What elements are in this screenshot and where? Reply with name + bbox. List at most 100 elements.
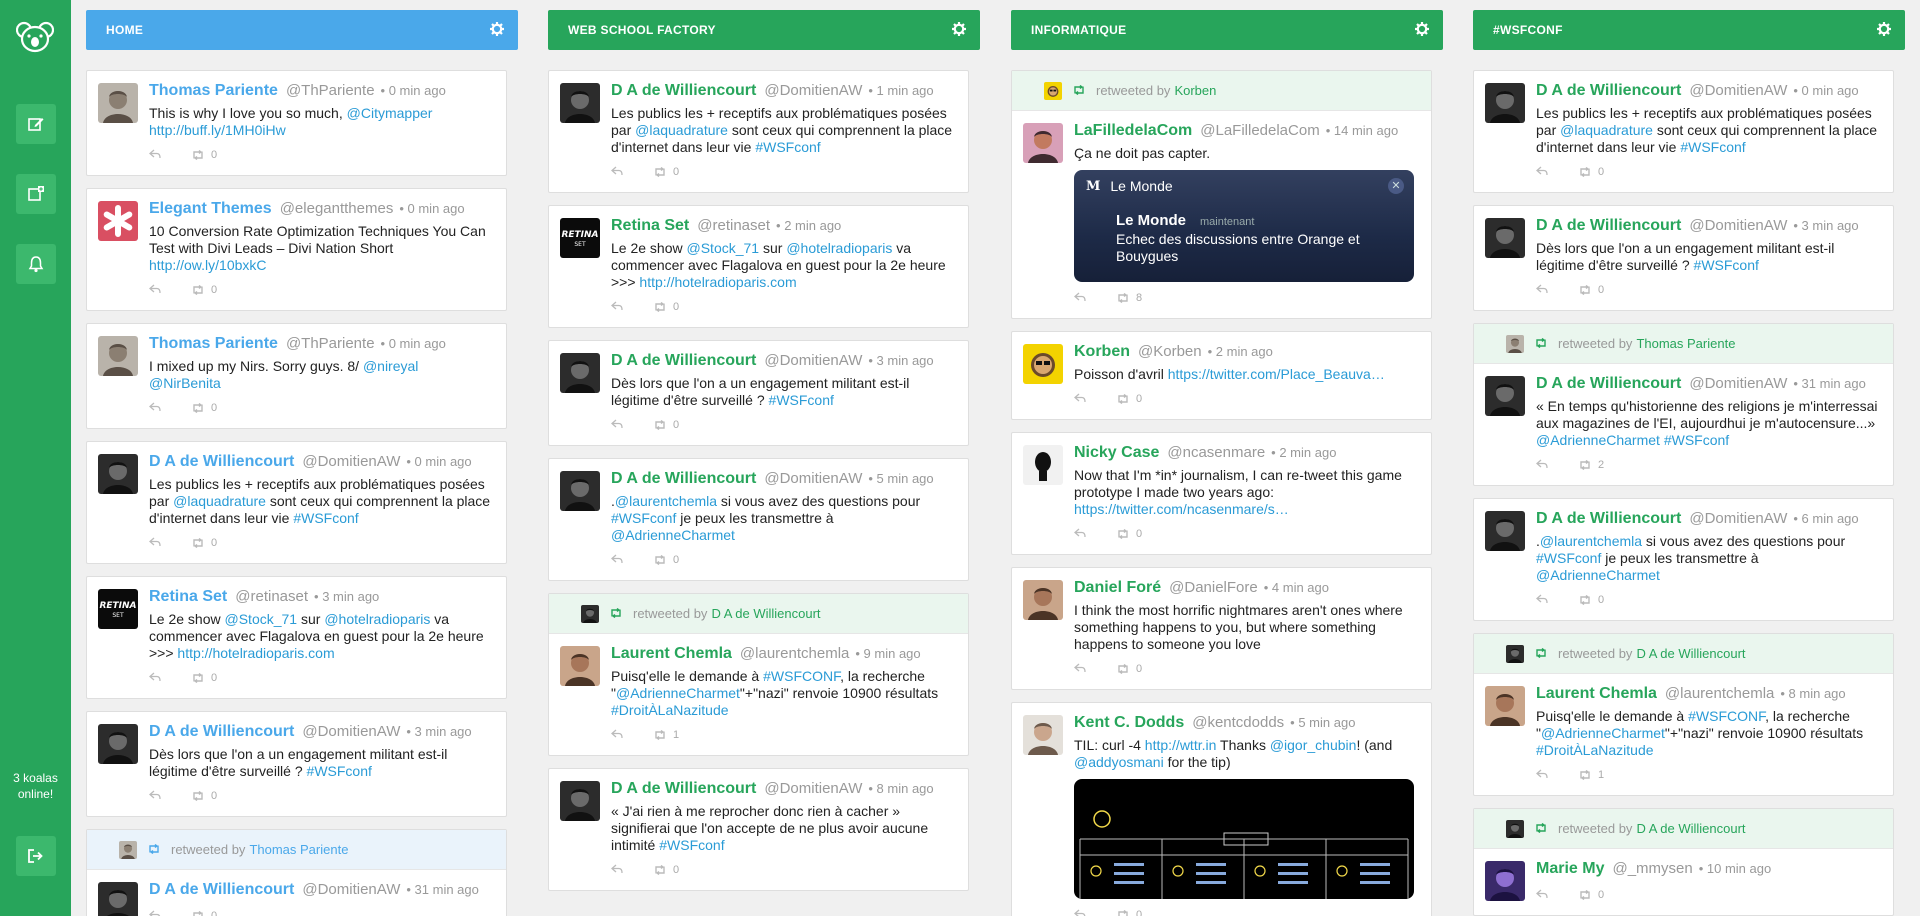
retweet-button[interactable]: 0 [191, 149, 217, 161]
tweet-link[interactable]: @AdrienneCharmet [1536, 567, 1660, 583]
tweet-link[interactable]: @laquadrature [635, 122, 728, 138]
avatar[interactable] [1023, 344, 1063, 384]
author-handle[interactable]: @DomitienAW [1689, 375, 1787, 392]
logout-button[interactable] [16, 836, 56, 876]
author-handle[interactable]: @DanielFore [1169, 579, 1258, 596]
retweet-button[interactable]: 8 [1116, 292, 1142, 304]
author-name[interactable]: D A de Williencourt [611, 82, 756, 99]
reply-button[interactable] [1536, 594, 1548, 607]
author-name[interactable]: D A de Williencourt [149, 881, 294, 898]
tweet-link[interactable]: #DroitÀLaNazitude [1536, 742, 1654, 758]
avatar[interactable] [1485, 376, 1525, 416]
tweet-link[interactable]: #WSFconf [755, 139, 820, 155]
tweet-card[interactable]: retweeted by Korben LaFilledelaCom @LaFille… [1011, 70, 1432, 319]
retweeter-name[interactable]: D A de Williencourt [1636, 646, 1745, 661]
tweet-link[interactable]: #WSFconf [659, 837, 724, 853]
tweet-link[interactable]: @Stock_71 [687, 240, 760, 256]
tweet-link[interactable]: @Stock_71 [225, 611, 298, 627]
retweet-button[interactable]: 0 [1116, 528, 1142, 540]
author-handle[interactable]: @DomitienAW [302, 881, 400, 898]
tweet-link[interactable]: https://twitter.com/ncasenmare/s… [1074, 501, 1289, 517]
avatar[interactable] [98, 201, 138, 241]
retweeter-avatar[interactable] [1044, 81, 1062, 100]
tweet-link[interactable]: #DroitÀLaNazitude [611, 702, 729, 718]
author-handle[interactable]: @LaFilledelaCom [1200, 122, 1319, 139]
tweet-link[interactable]: #WSFCONF [1688, 708, 1765, 724]
tweet-link[interactable]: @NirBenita [149, 375, 221, 391]
tweet-card[interactable]: D A de Williencourt @DomitienAW • 0 min ag… [1473, 70, 1894, 193]
author-handle[interactable]: @DomitienAW [1689, 82, 1787, 99]
retweet-button[interactable]: 0 [653, 419, 679, 431]
tweet-link[interactable]: #WSFconf [769, 392, 834, 408]
avatar[interactable] [560, 646, 600, 686]
reply-button[interactable] [1074, 393, 1086, 406]
reply-button[interactable] [611, 729, 623, 742]
reply-button[interactable] [1536, 166, 1548, 179]
retweet-button[interactable]: 0 [1578, 889, 1604, 901]
author-handle[interactable]: @ThPariente [286, 82, 375, 99]
author-handle[interactable]: @DomitienAW [302, 723, 400, 740]
reply-button[interactable] [149, 790, 161, 803]
reply-button[interactable] [149, 672, 161, 685]
tweet-link[interactable]: @AdrienneCharmet [1541, 725, 1665, 741]
retweet-button[interactable]: 0 [1116, 909, 1142, 916]
tweet-card[interactable]: Elegant Themes @elegantthemes • 0 min ago 1… [86, 188, 507, 311]
tweet-link[interactable]: #WSFconf [1664, 432, 1729, 448]
retweeter-name[interactable]: Thomas Pariente [1636, 336, 1735, 351]
tweet-link[interactable]: @addyosmani [1074, 754, 1164, 770]
author-name[interactable]: Laurent Chemla [611, 645, 732, 662]
tweet-card[interactable]: Nicky Case @ncasenmare • 2 min ago Now that… [1011, 432, 1432, 555]
author-name[interactable]: D A de Williencourt [1536, 375, 1681, 392]
retweeter-avatar[interactable] [1506, 819, 1524, 838]
tweet-link[interactable]: http://ow.ly/10bxkC [149, 257, 267, 273]
retweeter-avatar[interactable] [581, 604, 599, 623]
avatar[interactable] [1023, 715, 1063, 755]
author-handle[interactable]: @DomitienAW [764, 470, 862, 487]
tweet-link[interactable]: @laurentchemla [615, 493, 717, 509]
tweet-card[interactable]: D A de Williencourt @DomitienAW • 6 min ag… [1473, 498, 1894, 621]
tweet-link[interactable]: http://hotelradioparis.com [177, 645, 334, 661]
tweet-card[interactable]: D A de Williencourt @DomitienAW • 3 min ag… [1473, 205, 1894, 311]
author-name[interactable]: D A de Williencourt [611, 780, 756, 797]
author-name[interactable]: Elegant Themes [149, 200, 272, 217]
author-name[interactable]: Thomas Pariente [149, 335, 278, 352]
tweet-link[interactable]: #WSFconf [1694, 257, 1759, 273]
avatar[interactable] [1023, 123, 1063, 163]
notifications-button[interactable] [16, 244, 56, 284]
avatar[interactable] [1023, 580, 1063, 620]
koala-logo-icon[interactable] [15, 20, 55, 56]
avatar[interactable] [1485, 511, 1525, 551]
reply-button[interactable] [611, 419, 623, 432]
reply-button[interactable] [1536, 889, 1548, 902]
author-handle[interactable]: @laurentchemla [1665, 685, 1774, 702]
author-name[interactable]: D A de Williencourt [149, 723, 294, 740]
reply-button[interactable] [149, 537, 161, 550]
reply-button[interactable] [611, 864, 623, 877]
retweet-button[interactable]: 2 [1578, 459, 1604, 471]
tweet-link[interactable]: @AdrienneCharmet [611, 527, 735, 543]
tweet-link[interactable]: #WSFconf [307, 763, 372, 779]
tweet-link[interactable]: https://twitter.com/Place_Beauva… [1168, 366, 1385, 382]
reply-button[interactable] [149, 910, 161, 916]
avatar[interactable] [98, 83, 138, 123]
column-settings-button[interactable] [952, 22, 966, 39]
tweet-link[interactable]: #WSFCONF [763, 668, 840, 684]
author-handle[interactable]: @ThPariente [286, 335, 375, 352]
author-handle[interactable]: @DomitienAW [302, 453, 400, 470]
retweet-button[interactable]: 0 [1578, 284, 1604, 296]
tweet-card[interactable]: retweeted by D A de Williencourt Laurent C… [1473, 633, 1894, 796]
author-name[interactable]: D A de Williencourt [611, 470, 756, 487]
reply-button[interactable] [611, 554, 623, 567]
tweet-card[interactable]: RETINA SET Retina Set @retinaset • 3 min ago… [86, 576, 507, 699]
reply-button[interactable] [1074, 292, 1086, 305]
author-handle[interactable]: @DomitienAW [764, 780, 862, 797]
retweet-button[interactable]: 0 [1116, 393, 1142, 405]
avatar[interactable] [1485, 218, 1525, 258]
author-handle[interactable]: @kentcdodds [1192, 714, 1284, 731]
tweet-card[interactable]: D A de Williencourt @DomitienAW • 1 min ag… [548, 70, 969, 193]
reply-button[interactable] [1536, 284, 1548, 297]
avatar[interactable] [98, 724, 138, 764]
avatar[interactable] [1485, 686, 1525, 726]
author-handle[interactable]: @Korben [1138, 343, 1202, 360]
avatar[interactable]: RETINA SET [98, 589, 138, 629]
